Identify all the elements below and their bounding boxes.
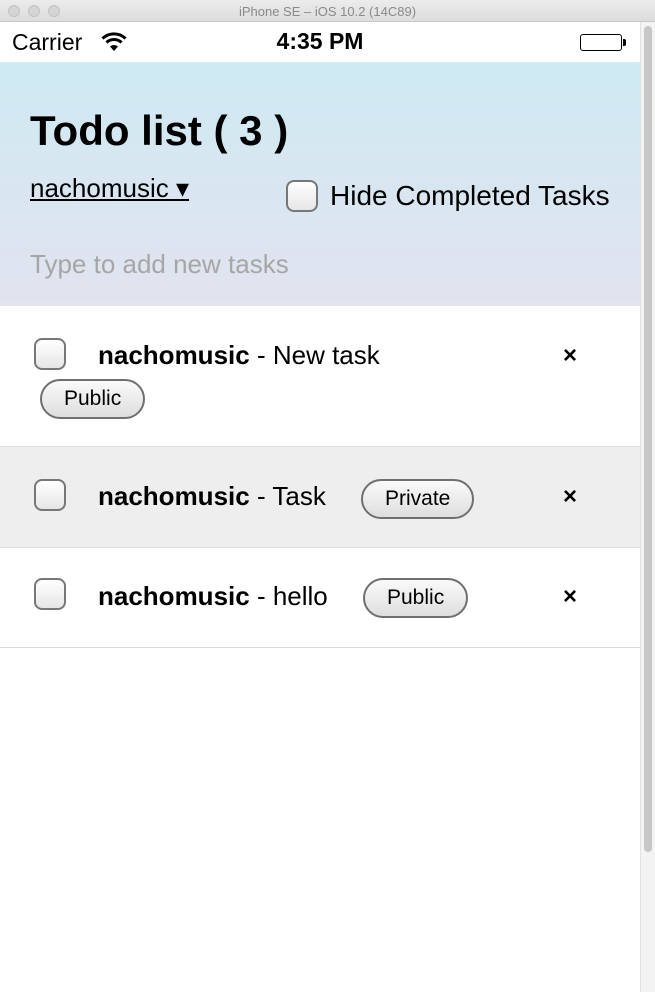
task-user: nachomusic [98, 481, 250, 511]
page-title: Todo list ( 3 ) [30, 107, 289, 154]
account-dropdown-link[interactable]: nachomusic ▾ [30, 173, 189, 204]
delete-task-button[interactable]: × [560, 583, 580, 611]
task-item: nachomusic - hello Public × [0, 548, 640, 648]
battery-icon [580, 34, 626, 51]
task-title: New task [272, 340, 380, 370]
task-title: hello [272, 581, 328, 611]
new-task-input[interactable] [30, 244, 610, 284]
delete-task-button[interactable]: × [560, 342, 580, 370]
task-user: nachomusic [98, 340, 250, 370]
status-bar: Carrier 4:35 PM [0, 22, 640, 62]
visibility-toggle-button[interactable]: Public [363, 578, 469, 618]
visibility-toggle-button[interactable]: Private [361, 479, 475, 519]
task-text: nachomusic - Task [98, 481, 326, 512]
simulator-title-bar: iPhone SE – iOS 10.2 (14C89) [0, 0, 655, 22]
task-text: nachomusic - New task [98, 340, 380, 371]
task-item: nachomusic - New task Public × [0, 306, 640, 447]
task-separator: - [249, 581, 273, 611]
task-text: nachomusic - hello [98, 581, 328, 612]
task-checkbox[interactable] [34, 479, 66, 511]
delete-task-button[interactable]: × [560, 483, 580, 511]
app-header: Todo list ( 3 ) nachomusic ▾ Hide Comple… [0, 62, 640, 306]
task-separator: - [249, 340, 273, 370]
hide-completed-toggle[interactable]: Hide Completed Tasks [286, 180, 610, 212]
scrollbar-thumb[interactable] [644, 26, 652, 852]
device-screen: Carrier 4:35 PM Todo list ( 3 ) nachomus… [0, 22, 640, 992]
task-title: Task [272, 481, 326, 511]
visibility-toggle-button[interactable]: Public [40, 379, 146, 419]
task-user: nachomusic [98, 581, 250, 611]
task-checkbox[interactable] [34, 578, 66, 610]
hide-completed-label: Hide Completed Tasks [330, 180, 610, 211]
task-separator: - [249, 481, 273, 511]
status-time: 4:35 PM [276, 28, 364, 54]
window-title: iPhone SE – iOS 10.2 (14C89) [238, 4, 417, 19]
task-item: nachomusic - Task Private × [0, 447, 640, 548]
task-checkbox[interactable] [34, 338, 66, 370]
hide-completed-checkbox[interactable] [286, 180, 318, 212]
